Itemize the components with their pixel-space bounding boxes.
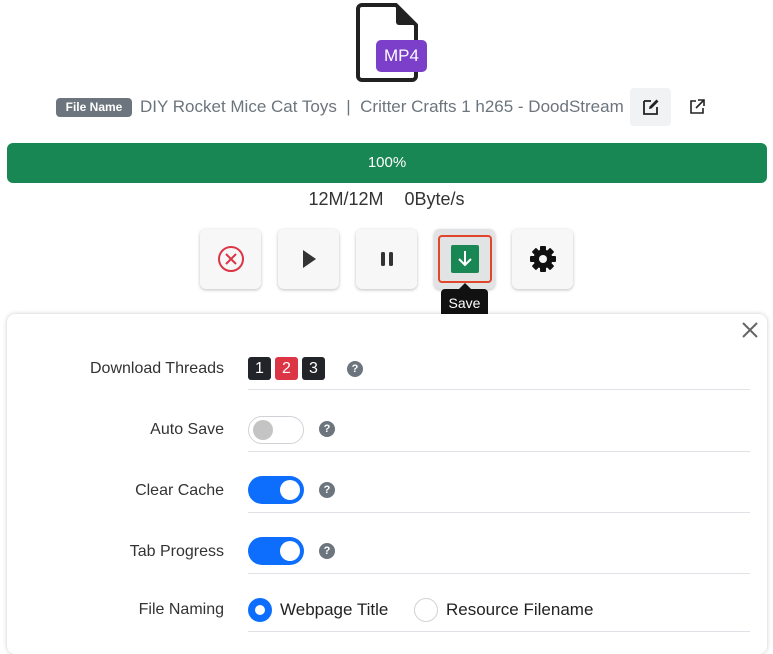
row-divider (248, 389, 750, 390)
close-settings-button[interactable] (739, 319, 761, 341)
open-link-button[interactable] (680, 88, 714, 126)
radio-webpage-title[interactable] (248, 598, 272, 622)
file-naming-label: File Naming (138, 601, 224, 618)
radio-webpage-title-label[interactable]: Webpage Title (280, 600, 388, 620)
auto-save-label: Auto Save (150, 421, 224, 438)
download-threads-label: Download Threads (89, 360, 224, 377)
save-button[interactable] (434, 229, 495, 289)
download-speed: 0Byte/s (404, 189, 465, 209)
download-stats: 12M/12M 0Byte/s (0, 186, 773, 212)
save-button-highlight (437, 235, 492, 283)
pause-icon (380, 252, 393, 266)
play-icon (302, 250, 316, 268)
file-type-badge: MP4 (376, 40, 427, 72)
edit-filename-button[interactable] (630, 88, 671, 126)
help-icon[interactable]: ? (319, 482, 335, 498)
edit-icon (642, 99, 658, 115)
play-button[interactable] (278, 229, 339, 289)
cancel-button[interactable] (200, 229, 261, 289)
toggle-knob (253, 420, 273, 440)
thread-option-3[interactable]: 3 (302, 357, 325, 380)
row-divider (248, 451, 750, 452)
help-icon[interactable]: ? (319, 543, 335, 559)
row-divider (248, 631, 750, 632)
settings-panel: Download Threads 1 2 3 ? Auto Save ? Cle… (7, 314, 767, 654)
radio-resource-filename[interactable] (414, 598, 438, 622)
filename-row: File Name DIY Rocket Mice Cat Toys | Cri… (0, 88, 773, 126)
close-icon (742, 322, 758, 338)
settings-button[interactable] (512, 229, 573, 289)
row-divider (248, 573, 750, 574)
gear-icon (529, 246, 556, 272)
radio-resource-filename-label[interactable]: Resource Filename (446, 600, 593, 620)
toggle-knob (280, 541, 300, 561)
download-icon (450, 245, 479, 273)
file-type-icon: MP4 (352, 0, 432, 86)
tab-progress-toggle[interactable] (248, 537, 304, 565)
file-name-badge: File Name (56, 98, 132, 117)
download-progress-bar: 100% (7, 143, 767, 183)
toggle-knob (280, 480, 300, 500)
tab-progress-label: Tab Progress (129, 543, 224, 560)
pause-button[interactable] (356, 229, 417, 289)
help-icon[interactable]: ? (347, 361, 363, 377)
thread-option-1[interactable]: 1 (248, 357, 271, 380)
row-divider (248, 512, 750, 513)
auto-save-toggle[interactable] (248, 416, 304, 444)
downloaded-size: 12M/12M (308, 189, 384, 209)
external-link-icon (690, 99, 705, 114)
clear-cache-label: Clear Cache (135, 482, 224, 499)
thread-option-2[interactable]: 2 (275, 357, 298, 380)
clear-cache-toggle[interactable] (248, 476, 304, 504)
file-name: DIY Rocket Mice Cat Toys | Critter Craft… (140, 97, 624, 116)
progress-percent: 100% (367, 154, 407, 171)
help-icon[interactable]: ? (319, 421, 335, 437)
circle-x-icon (217, 246, 244, 272)
thread-options: 1 2 3 (248, 357, 325, 380)
